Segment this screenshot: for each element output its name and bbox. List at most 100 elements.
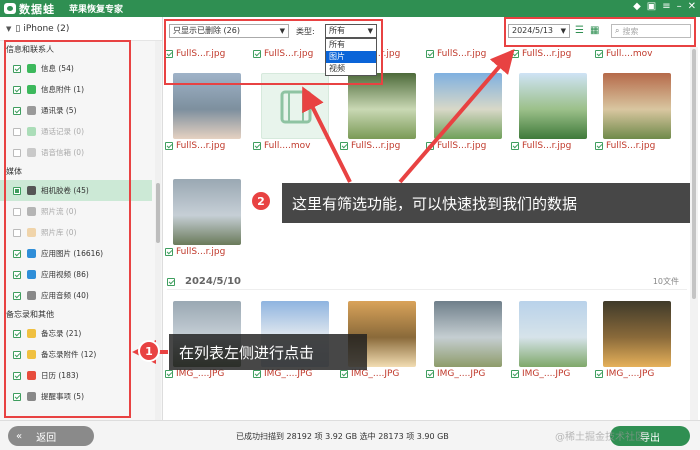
- callout-1-badge: 1: [138, 340, 160, 362]
- file-checkbox[interactable]: [340, 370, 348, 378]
- file-name: FullS...r.jpg: [606, 141, 656, 151]
- callout-2-badge: 2: [250, 190, 272, 212]
- file-name: IMG_....JPG: [351, 369, 400, 379]
- photo-thumbnail: [434, 301, 502, 367]
- file-checkbox[interactable]: [253, 370, 261, 378]
- file-caption: IMG_....JPG: [511, 367, 587, 381]
- group-count: 10文件: [652, 277, 679, 286]
- file-checkbox[interactable]: [165, 142, 173, 150]
- file-caption: IMG_....JPG: [426, 367, 502, 381]
- file-name: IMG_....JPG: [437, 369, 486, 379]
- double-chevron-left-icon: «: [16, 430, 23, 442]
- file-checkbox[interactable]: [426, 142, 434, 150]
- file-checkbox[interactable]: [165, 248, 173, 256]
- file-name: FullS...r.jpg: [522, 141, 572, 151]
- file-name: IMG_....JPG: [176, 369, 225, 379]
- scrollbar-thumb[interactable]: [692, 49, 696, 299]
- file-tile[interactable]: Full....mov: [595, 47, 671, 61]
- group-checkbox[interactable]: [167, 277, 175, 286]
- file-tile[interactable]: FullS...r.jpg: [165, 179, 241, 259]
- file-checkbox[interactable]: [595, 50, 603, 58]
- device-name: iPhone (2): [23, 23, 70, 34]
- file-tile[interactable]: FullS...r.jpg: [426, 47, 502, 61]
- file-checkbox[interactable]: [340, 142, 348, 150]
- date-group-header[interactable]: 2024/5/10 10文件: [167, 274, 687, 290]
- back-button[interactable]: « 返回: [8, 426, 94, 446]
- file-caption: FullS...r.jpg: [511, 139, 587, 153]
- file-checkbox[interactable]: [511, 370, 519, 378]
- file-caption: FullS...r.jpg: [595, 139, 671, 153]
- grid-scrollbar[interactable]: [690, 47, 698, 420]
- phone-icon: ▯: [15, 23, 21, 34]
- file-caption: FullS...r.jpg: [426, 47, 502, 61]
- photo-thumbnail: [519, 301, 587, 367]
- file-checkbox[interactable]: [253, 142, 261, 150]
- file-checkbox[interactable]: [595, 370, 603, 378]
- file-name: FullS...r.jpg: [351, 141, 401, 151]
- product-name: 苹果恢复专家: [69, 5, 124, 15]
- callout-1-text: 在列表左侧进行点击: [179, 343, 315, 362]
- app-logo: 数据蛙: [0, 1, 55, 17]
- device-selector[interactable]: ▼ ▯ iPhone (2): [0, 17, 162, 41]
- file-tile[interactable]: Full....mov: [253, 73, 329, 153]
- title-bar: 数据蛙 苹果恢复专家 ◆ ▣ ≡ – ✕: [0, 0, 700, 17]
- file-tile[interactable]: IMG_....JPG: [511, 301, 587, 381]
- frog-logo-icon: [4, 3, 16, 14]
- diamond-icon[interactable]: ◆: [633, 1, 641, 12]
- annotation-box-filters: [164, 19, 383, 85]
- minimize-icon[interactable]: –: [677, 1, 682, 12]
- file-checkbox[interactable]: [165, 370, 173, 378]
- callout-2-text: 这里有筛选功能，可以快速找到我们的数据: [292, 194, 578, 213]
- photo-thumbnail: [603, 73, 671, 139]
- file-caption: IMG_....JPG: [595, 367, 671, 381]
- file-tile[interactable]: FullS...r.jpg: [165, 73, 241, 153]
- file-checkbox[interactable]: [595, 142, 603, 150]
- photo-thumbnail: [173, 179, 241, 245]
- scan-status: 已成功扫描到 28192 项 3.92 GB 选中 28173 项 3.90 G…: [236, 432, 449, 441]
- photo-thumbnail: [434, 73, 502, 139]
- file-tile[interactable]: IMG_....JPG: [426, 301, 502, 381]
- file-caption: FullS...r.jpg: [511, 47, 587, 61]
- file-tile[interactable]: FullS...r.jpg: [511, 73, 587, 153]
- file-checkbox[interactable]: [426, 370, 434, 378]
- photo-thumbnail: [519, 73, 587, 139]
- file-name: FullS...r.jpg: [176, 141, 226, 151]
- file-tile[interactable]: FullS...r.jpg: [511, 47, 587, 61]
- file-name: IMG_....JPG: [264, 369, 313, 379]
- file-checkbox[interactable]: [511, 142, 519, 150]
- photo-thumbnail: [603, 301, 671, 367]
- file-name: IMG_....JPG: [522, 369, 571, 379]
- file-tile[interactable]: FullS...r.jpg: [340, 73, 416, 153]
- file-checkbox[interactable]: [511, 50, 519, 58]
- file-tile[interactable]: FullS...r.jpg: [426, 73, 502, 153]
- chevron-down-icon[interactable]: ▼: [6, 25, 11, 33]
- menu-icon[interactable]: ≡: [662, 1, 670, 12]
- file-tile[interactable]: FullS...r.jpg: [595, 73, 671, 153]
- file-name: FullS...r.jpg: [437, 141, 487, 151]
- file-caption: Full....mov: [253, 139, 329, 153]
- callout-2-label: 这里有筛选功能，可以快速找到我们的数据: [282, 183, 690, 223]
- file-name: FullS...r.jpg: [176, 247, 226, 257]
- watermark: @稀土掘金技术社区: [555, 432, 645, 443]
- annotation-box-date-search: [504, 17, 696, 47]
- back-label: 返回: [36, 432, 57, 444]
- file-tile[interactable]: IMG_....JPG: [595, 301, 671, 381]
- file-name: Full....mov: [264, 141, 311, 151]
- file-name: FullS...r.jpg: [437, 49, 487, 59]
- sidebar-scrollbar[interactable]: [155, 41, 161, 420]
- logo-text: 数据蛙: [19, 2, 55, 16]
- file-caption: FullS...r.jpg: [340, 139, 416, 153]
- chat-icon[interactable]: ▣: [647, 1, 656, 12]
- callout-1-label: 在列表左侧进行点击: [169, 334, 367, 370]
- group-date: 2024/5/10: [185, 276, 242, 287]
- file-name: IMG_....JPG: [606, 369, 655, 379]
- close-icon[interactable]: ✕: [688, 1, 696, 12]
- file-caption: FullS...r.jpg: [165, 245, 241, 259]
- window-controls: ◆ ▣ ≡ – ✕: [633, 1, 696, 12]
- file-caption: FullS...r.jpg: [165, 139, 241, 153]
- scrollbar-thumb[interactable]: [156, 183, 160, 243]
- file-checkbox[interactable]: [426, 50, 434, 58]
- file-name: FullS...r.jpg: [522, 49, 572, 59]
- annotation-box-sidebar: [4, 40, 131, 418]
- file-caption: Full....mov: [595, 47, 671, 61]
